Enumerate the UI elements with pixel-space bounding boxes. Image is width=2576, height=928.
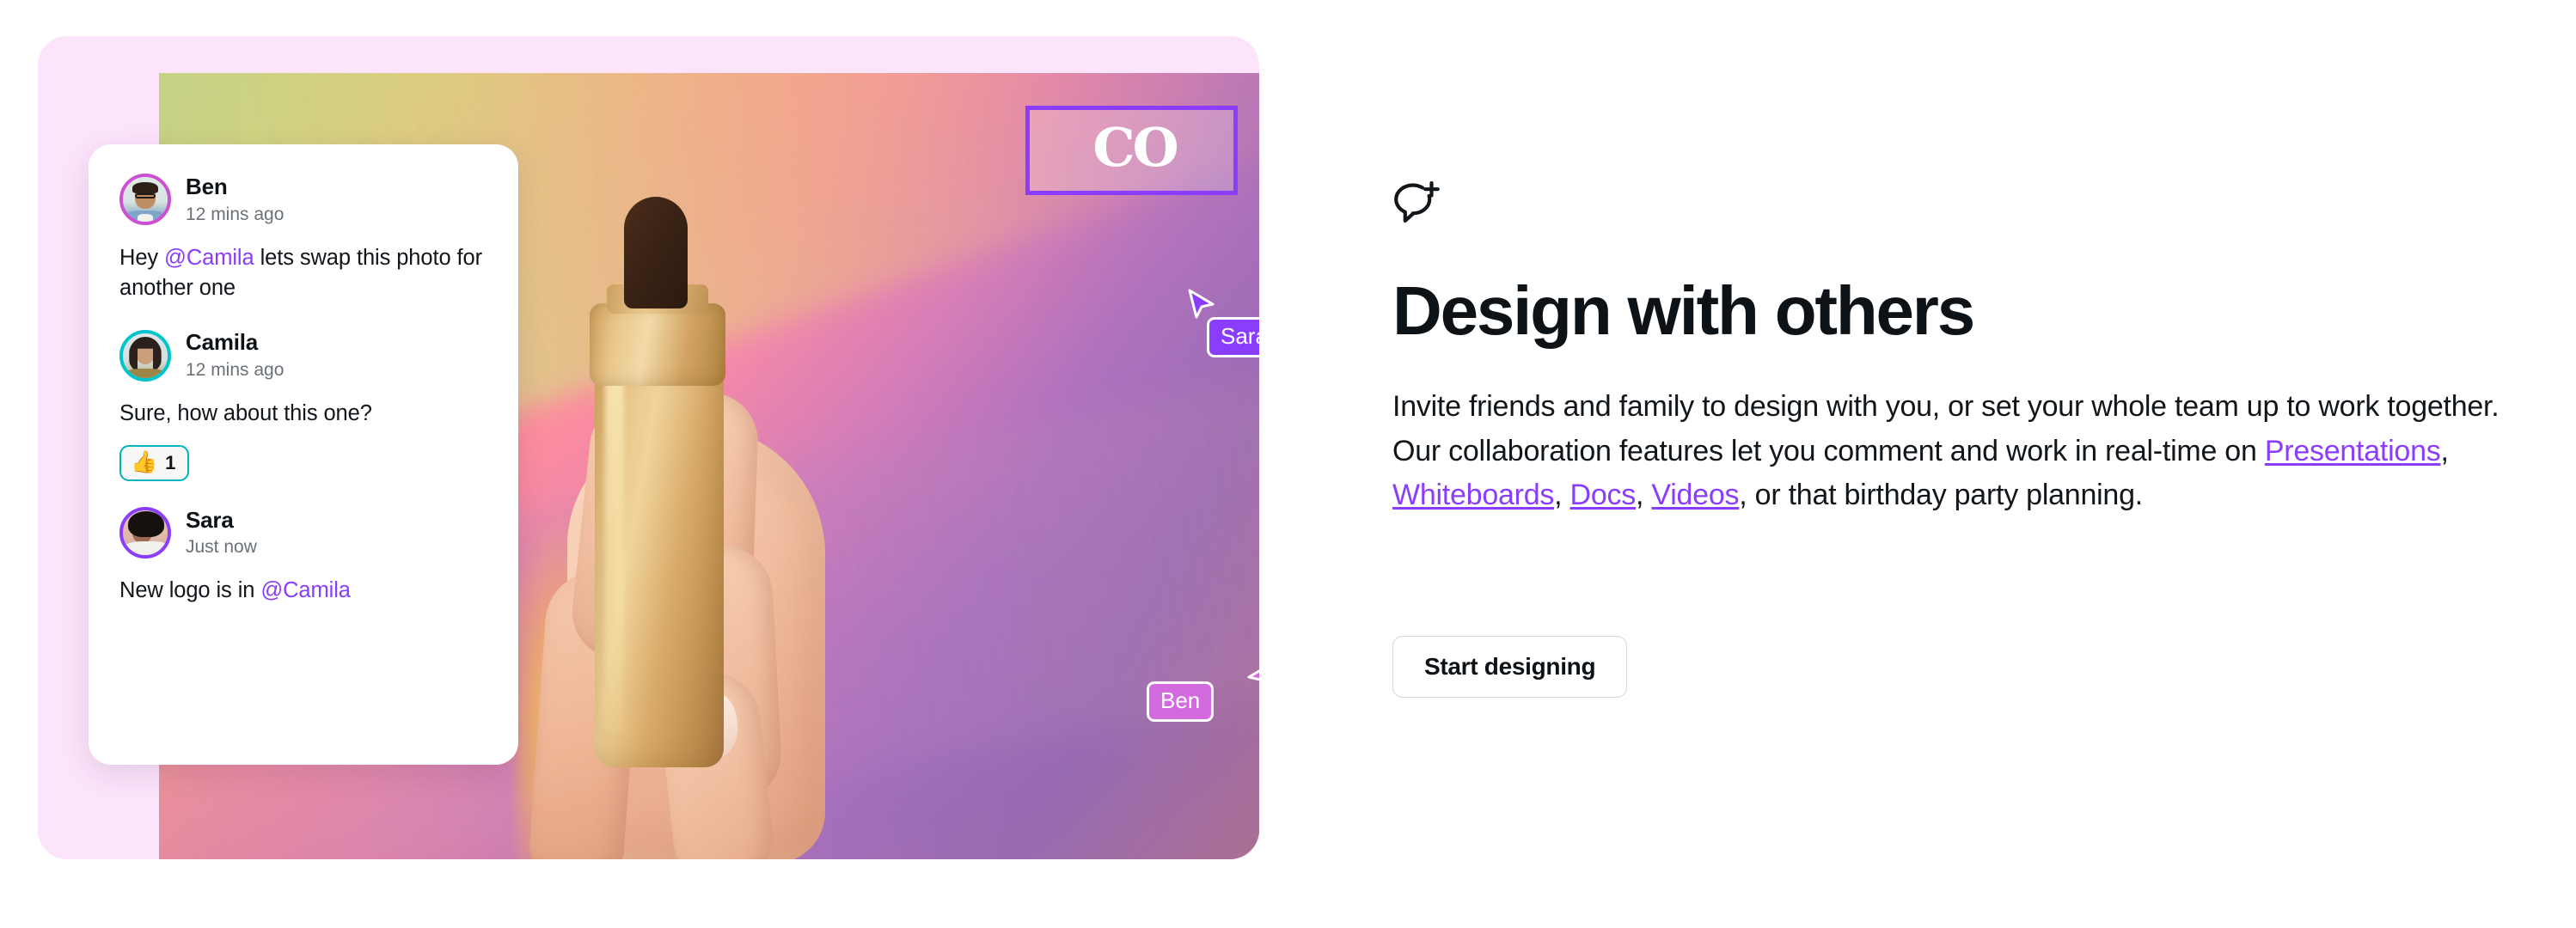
comment-timestamp: 12 mins ago: [186, 360, 285, 381]
avatar-detail: [124, 541, 167, 555]
avatar-detail: [135, 193, 156, 198]
comment-header: Ben 12 mins ago: [119, 174, 487, 226]
separator: ,: [1554, 479, 1570, 512]
page-root: CO Sara Ben Camila: [0, 0, 2576, 928]
mention-link[interactable]: @Camila: [260, 578, 351, 602]
comment-item: Ben 12 mins ago Hey @Camila lets swap th…: [119, 174, 487, 303]
comment-text: New logo is in @Camila: [119, 576, 487, 606]
comment-text-pre: New logo is in: [119, 578, 261, 603]
thumbs-up-icon: 👍: [131, 450, 158, 474]
separator: ,: [1636, 479, 1652, 512]
cursor-label-sara: Sara: [1207, 317, 1259, 357]
bottle-highlight: [605, 374, 624, 735]
comment-item: Sara Just now New logo is in @Camila: [119, 507, 487, 607]
start-designing-button[interactable]: Start designing: [1392, 636, 1628, 698]
collaboration-illustration: CO Sara Ben Camila: [38, 36, 1259, 859]
cursor-label-ben: Ben: [1147, 681, 1215, 722]
comment-header: Camila 12 mins ago: [119, 329, 487, 382]
comment-timestamp: Just now: [186, 537, 257, 558]
avatar-camila: [119, 329, 171, 382]
avatar-detail: [138, 214, 153, 223]
comment-meta: Sara Just now: [186, 507, 257, 559]
comment-author-name: Ben: [186, 174, 228, 199]
bamboo-bottle-cap: [590, 303, 725, 386]
feature-description: Invite friends and family to design with…: [1392, 385, 2536, 518]
avatar-detail: [126, 369, 164, 378]
co-logo-text: CO: [1092, 116, 1178, 179]
comment-meta: Camila 12 mins ago: [186, 329, 284, 382]
comment-thread-card[interactable]: Ben 12 mins ago Hey @Camila lets swap th…: [89, 144, 518, 765]
comment-header: Sara Just now: [119, 507, 487, 559]
avatar-ben: [119, 174, 171, 226]
link-whiteboards[interactable]: Whiteboards: [1392, 479, 1554, 511]
comment-text: Hey @Camila lets swap this photo for ano…: [119, 243, 487, 303]
reaction-count: 1: [165, 451, 176, 473]
comment-timestamp: 12 mins ago: [186, 204, 285, 224]
cursor-arrow-icon: [1188, 289, 1215, 319]
hand-holding-bottle-image: [464, 197, 868, 859]
mention-link[interactable]: @Camila: [164, 246, 254, 270]
avatar-sara: [119, 506, 171, 559]
reaction-pill[interactable]: 👍 1: [119, 444, 190, 481]
cursor-arrow-icon: [1247, 669, 1259, 681]
add-comment-icon: [1394, 180, 1440, 223]
comment-text-pre: Hey: [119, 245, 165, 270]
comment-item: Camila 12 mins ago Sure, how about this …: [119, 329, 487, 481]
comment-author-name: Camila: [186, 329, 259, 356]
dropper-tip: [624, 197, 688, 308]
comment-author-name: Sara: [186, 506, 234, 533]
comment-meta: Ben 12 mins ago: [186, 174, 284, 226]
link-videos[interactable]: Videos: [1651, 479, 1739, 511]
description-part-2: , or that birthday party planning.: [1739, 479, 2143, 512]
link-presentations[interactable]: Presentations: [2265, 435, 2441, 467]
link-docs[interactable]: Docs: [1570, 479, 1637, 511]
comment-text: Sure, how about this one?: [119, 401, 372, 426]
page-title: Design with others: [1392, 272, 1975, 349]
feature-text-column: Design with others Invite friends and fa…: [1392, 0, 2536, 928]
separator: ,: [2440, 434, 2449, 467]
